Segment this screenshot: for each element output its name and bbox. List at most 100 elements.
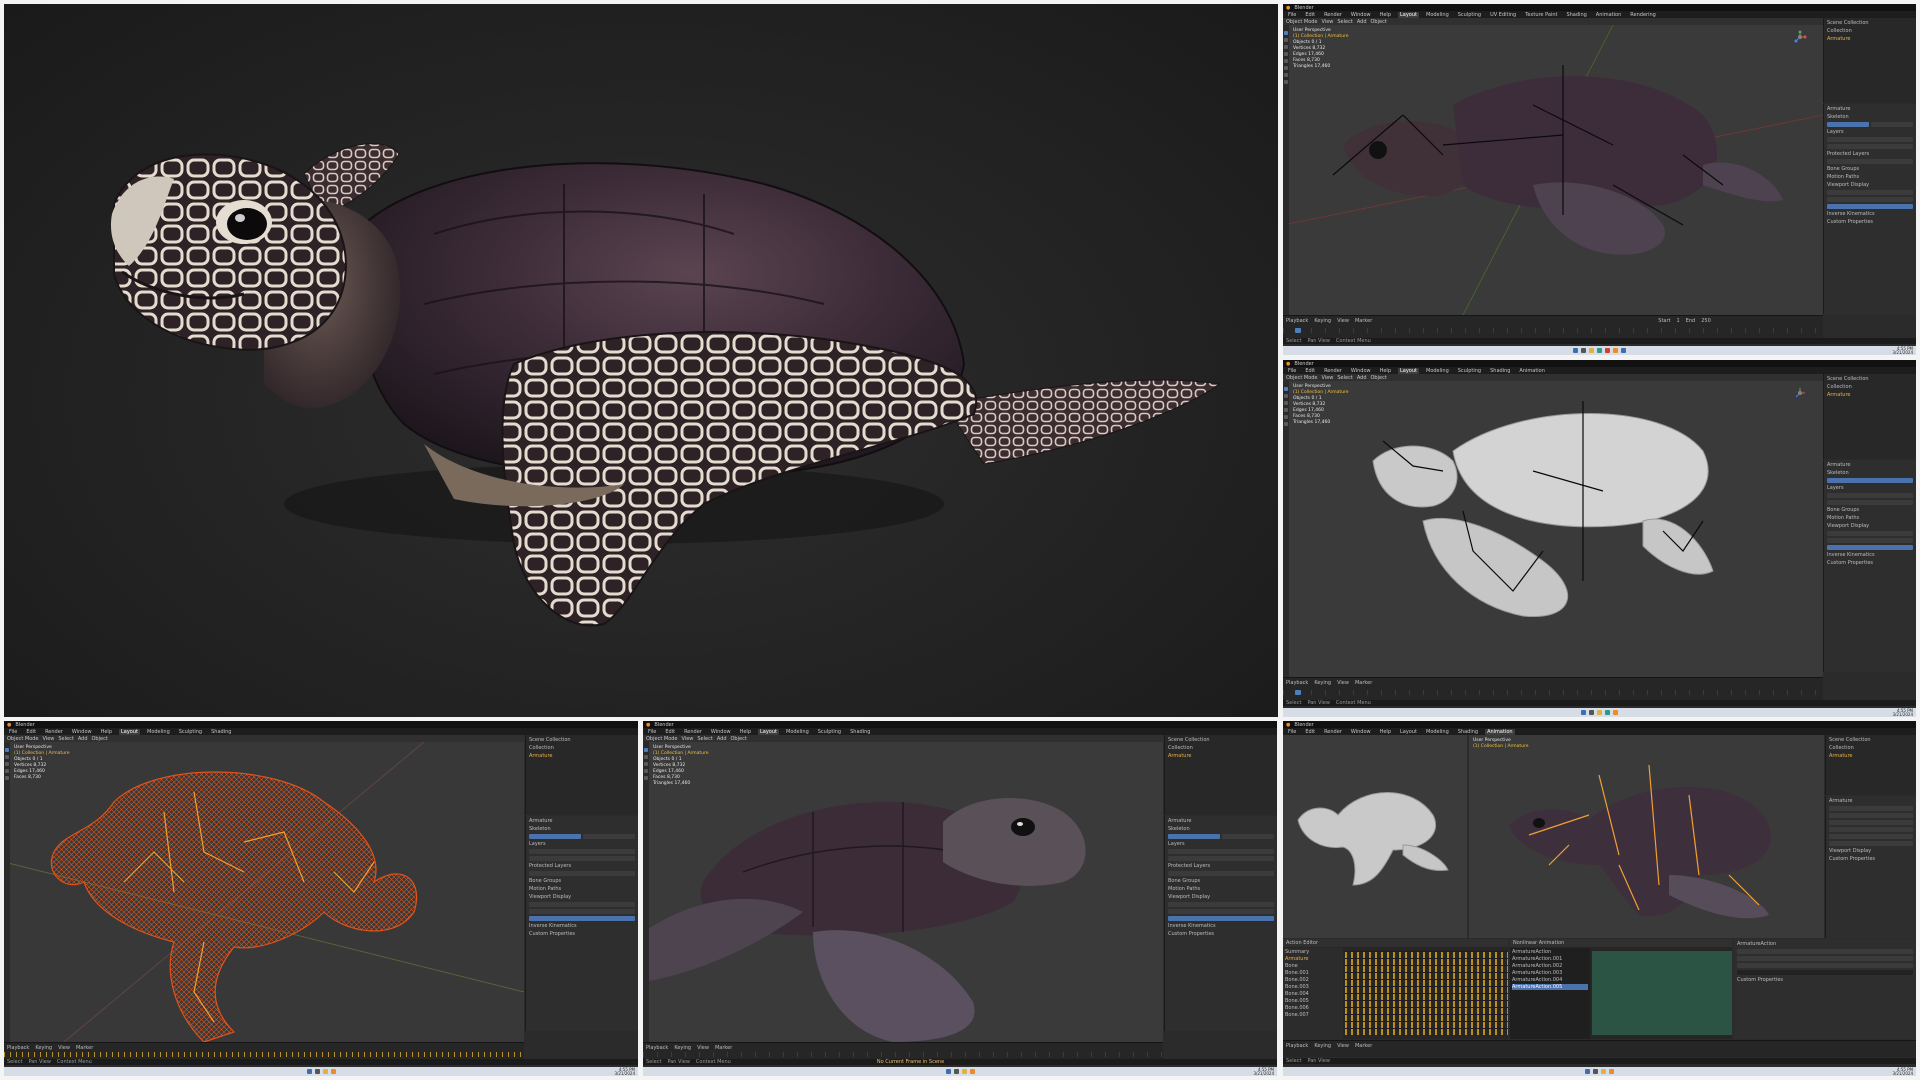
outliner-item-collection[interactable]: Collection — [529, 745, 635, 751]
outliner-item-collection[interactable]: Collection — [1827, 28, 1913, 34]
menu-edit[interactable]: Edit — [1303, 12, 1317, 18]
move-tool-icon[interactable] — [644, 762, 648, 766]
timeline-marker-menu[interactable]: Marker — [1355, 1043, 1372, 1049]
menu-window[interactable]: Window — [1349, 12, 1373, 18]
dopesheet-editor[interactable]: Action Editor Summary Armature Bone Bone… — [1283, 939, 1508, 1039]
menu-edit[interactable]: Edit — [663, 729, 677, 735]
frame-ruler[interactable] — [1283, 690, 1823, 695]
tab-shading[interactable]: Shading — [1488, 368, 1512, 374]
timeline-view-menu[interactable]: View — [1337, 1043, 1349, 1049]
channel-bone[interactable]: Bone — [1285, 963, 1341, 969]
menu-view[interactable]: View — [1322, 375, 1334, 381]
section-viewport-display[interactable]: Viewport Display — [1168, 894, 1274, 900]
section-inverse-kinematics[interactable]: Inverse Kinematics — [1827, 552, 1913, 558]
menu-edit[interactable]: Edit — [1303, 729, 1317, 735]
tab-layout[interactable]: Layout — [1398, 367, 1419, 374]
section-protected-layers[interactable]: Protected Layers — [1827, 151, 1913, 157]
nla-track-5[interactable]: ArmatureAction.005 — [1512, 984, 1588, 990]
playhead[interactable] — [1295, 690, 1301, 695]
file-explorer-icon[interactable] — [1589, 348, 1594, 353]
timeline-view-menu[interactable]: View — [697, 1045, 709, 1051]
menu-add[interactable]: Add — [78, 736, 88, 742]
transform-tool-icon[interactable] — [1284, 66, 1288, 70]
tab-layout[interactable]: Layout — [119, 728, 140, 735]
pose-position-button[interactable] — [1827, 122, 1869, 127]
menu-help[interactable]: Help — [1378, 12, 1393, 18]
blender-taskbar-icon[interactable] — [1613, 348, 1618, 353]
scale-tool-icon[interactable] — [1284, 415, 1288, 419]
section-protected-layers[interactable]: Protected Layers — [529, 863, 635, 869]
channel-bone-002[interactable]: Bone.002 — [1285, 977, 1341, 983]
3d-viewport[interactable] — [1283, 25, 1823, 315]
nla-track-3[interactable]: ArmatureAction.003 — [1512, 970, 1588, 976]
menu-select[interactable]: Select — [1337, 375, 1352, 381]
menu-file[interactable]: File — [1286, 729, 1298, 735]
channel-bone-006[interactable]: Bone.006 — [1285, 1005, 1341, 1011]
menu-render[interactable]: Render — [682, 729, 704, 735]
timeline-keying-menu[interactable]: Keying — [1314, 1043, 1331, 1049]
menu-render[interactable]: Render — [43, 729, 65, 735]
store-icon[interactable] — [1621, 348, 1626, 353]
tab-shading[interactable]: Shading — [848, 729, 872, 735]
menu-window[interactable]: Window — [1349, 368, 1373, 374]
rest-position-button[interactable] — [583, 834, 635, 839]
timeline-keying-menu[interactable]: Keying — [674, 1045, 691, 1051]
tab-animation[interactable]: Animation — [1517, 368, 1547, 374]
menu-edit[interactable]: Edit — [24, 729, 38, 735]
frame-ruler[interactable] — [4, 1052, 524, 1057]
navigation-gizmo-icon[interactable] — [1793, 30, 1807, 44]
transform-tool-icon[interactable] — [1284, 422, 1288, 426]
menu-select[interactable]: Select — [58, 736, 73, 742]
outliner-item-collection[interactable]: Collection — [1829, 745, 1913, 751]
section-skeleton[interactable]: Skeleton — [1827, 470, 1913, 476]
timeline-marker-menu[interactable]: Marker — [1355, 318, 1372, 324]
tab-modeling[interactable]: Modeling — [784, 729, 811, 735]
menu-file[interactable]: File — [1286, 368, 1298, 374]
scale-tool-icon[interactable] — [1284, 59, 1288, 63]
menu-window[interactable]: Window — [709, 729, 733, 735]
channel-bone-001[interactable]: Bone.001 — [1285, 970, 1341, 976]
tab-layout[interactable]: Layout — [1398, 11, 1419, 18]
cursor-tool-icon[interactable] — [1284, 38, 1288, 42]
menu-add[interactable]: Add — [1357, 19, 1367, 25]
section-protected-layers[interactable]: Protected Layers — [1168, 863, 1274, 869]
tab-sculpting[interactable]: Sculpting — [1456, 368, 1483, 374]
section-skeleton[interactable]: Skeleton — [1827, 114, 1913, 120]
mode-dropdown[interactable]: Object Mode — [7, 736, 39, 742]
menu-select[interactable]: Select — [1337, 19, 1352, 25]
start-icon[interactable] — [306, 1069, 312, 1074]
menu-add[interactable]: Add — [717, 736, 727, 742]
pose-position-button[interactable] — [1168, 834, 1220, 839]
move-tool-icon[interactable] — [5, 762, 9, 766]
section-custom-properties[interactable]: Custom Properties — [1829, 856, 1913, 862]
frame-ruler[interactable] — [1283, 328, 1823, 333]
section-motion-paths[interactable]: Motion Paths — [1827, 174, 1913, 180]
timeline-playback-menu[interactable]: Playback — [1286, 318, 1308, 324]
pose-position-button[interactable] — [529, 834, 581, 839]
search-icon[interactable] — [1581, 348, 1586, 353]
keyframe-grid[interactable] — [1345, 951, 1508, 1035]
search-icon[interactable] — [953, 1069, 959, 1074]
tab-modeling[interactable]: Modeling — [145, 729, 172, 735]
section-motion-paths[interactable]: Motion Paths — [529, 886, 635, 892]
rotate-tool-icon[interactable] — [644, 769, 648, 773]
timeline-keying-menu[interactable]: Keying — [1314, 680, 1331, 686]
menu-window[interactable]: Window — [70, 729, 94, 735]
mode-dropdown[interactable]: Object Mode — [646, 736, 678, 742]
menu-window[interactable]: Window — [1349, 729, 1373, 735]
section-custom-properties[interactable]: Custom Properties — [529, 931, 635, 937]
tab-layout[interactable]: Layout — [758, 728, 779, 735]
start-icon[interactable] — [1573, 348, 1578, 353]
nla-editor[interactable]: Nonlinear Animation ArmatureAction Armat… — [1510, 939, 1732, 1039]
blender-taskbar-icon[interactable] — [330, 1069, 336, 1074]
section-inverse-kinematics[interactable]: Inverse Kinematics — [1827, 211, 1913, 217]
move-tool-icon[interactable] — [1284, 401, 1288, 405]
rotate-tool-icon[interactable] — [1284, 408, 1288, 412]
rest-position-button[interactable] — [1871, 122, 1913, 127]
section-inverse-kinematics[interactable]: Inverse Kinematics — [1168, 923, 1274, 929]
section-motion-paths[interactable]: Motion Paths — [1827, 515, 1913, 521]
file-explorer-icon[interactable] — [1601, 1069, 1606, 1074]
outliner-item-collection[interactable]: Collection — [1827, 384, 1913, 390]
start-icon[interactable] — [1581, 710, 1586, 715]
start-icon[interactable] — [1585, 1069, 1590, 1074]
